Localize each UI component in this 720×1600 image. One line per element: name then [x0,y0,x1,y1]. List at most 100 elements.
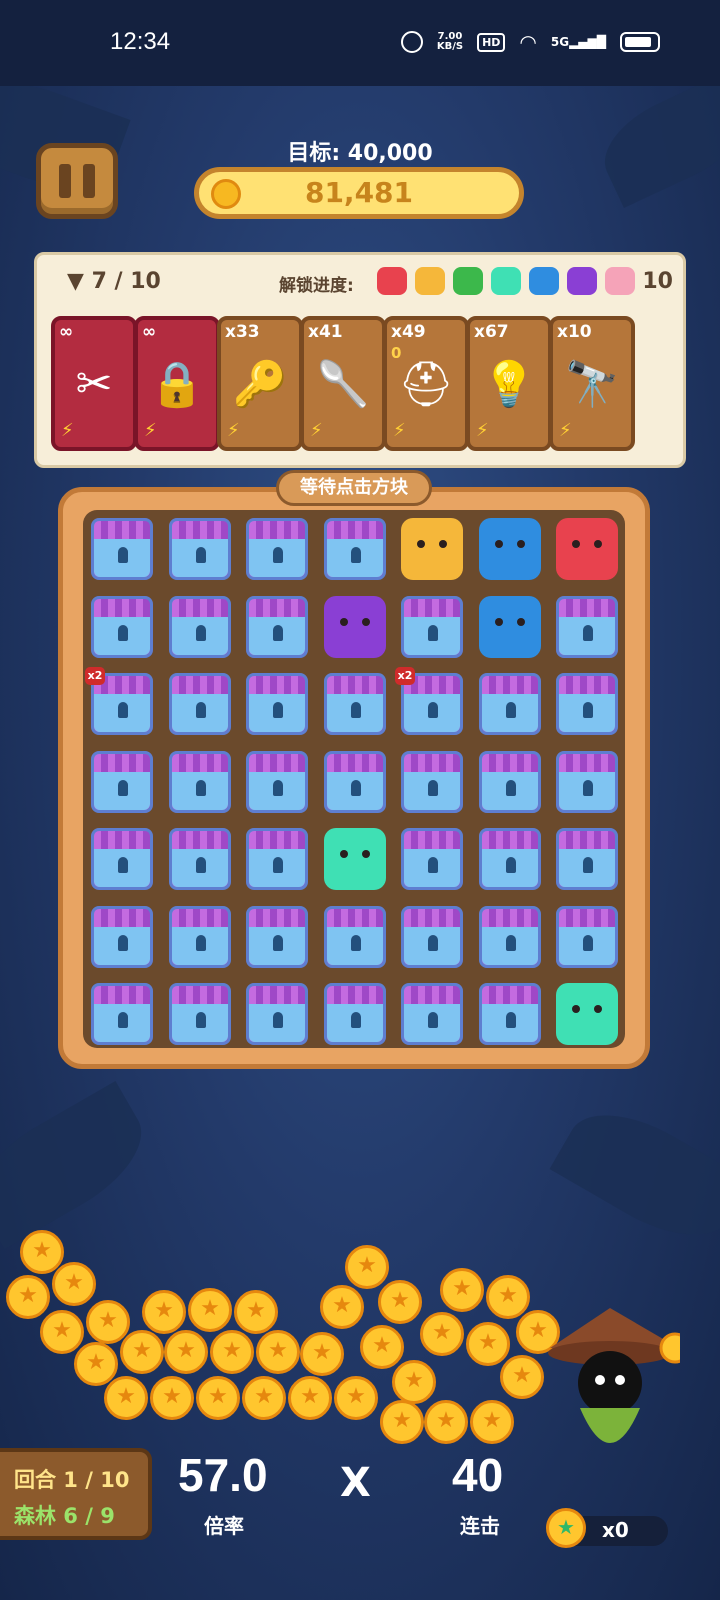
locked-chest-tile[interactable] [401,595,463,658]
unlock-purple-hippo-icon [567,267,597,295]
locked-chest-tile[interactable] [401,905,463,968]
locked-chest-tile[interactable] [168,518,231,580]
coin-icon [300,1332,344,1376]
locked-chest-tile[interactable] [246,983,308,1045]
locked-chest-tile[interactable] [323,673,386,735]
coin-icon [52,1262,96,1306]
locked-chest-tile[interactable] [246,750,308,813]
coin-icon [470,1400,514,1444]
round-counter: 回合 1 / 10 [14,1468,130,1492]
forest-counter: 森林 6 / 9 [14,1504,115,1528]
locked-chest-tile[interactable] [478,673,541,735]
locked-chest-tile[interactable] [556,595,618,658]
locked-chest-tile[interactable] [168,750,231,813]
alarm-icon [400,31,423,53]
locked-chest-tile[interactable] [478,750,541,813]
bolt-icon: ⚡ [227,420,240,441]
key-item-card[interactable]: x33 🔑 ⚡ [217,316,303,451]
locked-chest-tile[interactable] [478,983,541,1045]
bolt-icon: ⚡ [310,420,323,441]
coin-icon [486,1275,530,1319]
jungle-leaf-decoration [549,1091,720,1259]
item-count: ∞ [59,322,74,342]
locked-chest-tile[interactable] [556,828,618,890]
coin-icon [360,1325,404,1369]
key-icon: 🔑 [232,358,288,410]
unlock-count: 10 [642,269,673,294]
level-progress: ▼ 7 / 10 [67,269,161,294]
locked-chest-tile[interactable] [246,905,308,968]
pause-icon [83,164,95,198]
unlock-blue-bird-icon [529,267,559,295]
spoon-item-card[interactable]: x41 🥄 ⚡ [300,316,386,451]
locked-chest-tile[interactable] [246,673,308,735]
blue-bird-tile[interactable] [478,595,541,658]
unlock-green-frog-icon [453,267,483,295]
x2-badge: x2 [395,667,415,685]
coin-icon [378,1280,422,1324]
locked-chest-tile[interactable] [401,828,463,890]
locked-chest-tile[interactable] [478,905,541,968]
locked-chest-tile[interactable] [91,983,153,1045]
bolt-icon: ⚡ [559,420,572,441]
locked-chest-tile[interactable] [168,828,231,890]
locked-chest-tile[interactable] [478,828,541,890]
locked-chest-tile[interactable] [168,983,231,1045]
bolt-icon: ⚡ [61,420,74,441]
coin-icon [196,1376,240,1420]
game-board: x2 x2 [58,487,650,1069]
locked-chest-tile[interactable] [246,518,308,580]
gem-count: x0 [602,1518,629,1542]
board-grid: x2 x2 [83,510,625,1048]
item-count: x33 [225,322,260,342]
locked-chest-tile[interactable] [323,905,386,968]
locked-chest-tile[interactable] [556,905,618,968]
coin-icon [150,1376,194,1420]
locked-chest-tile[interactable] [168,905,231,968]
unlock-red-cat-icon [377,267,407,295]
locked-chest-tile[interactable] [323,983,386,1045]
wifi-icon: ◠ [519,30,537,54]
locked-chest-tile[interactable] [323,518,386,580]
coin-icon [256,1330,300,1374]
locked-chest-tile[interactable] [556,673,618,735]
x2-badge: x2 [85,667,105,685]
scissors-item-card[interactable]: ∞ ✂ ⚡ [51,316,137,451]
locked-chest-tile[interactable] [91,518,153,580]
locked-chest-tile[interactable] [246,595,308,658]
item-count: x10 [557,322,592,342]
locked-chest-tile[interactable] [401,983,463,1045]
combo-label: 连击 [460,1514,500,1538]
helmet-item-card[interactable]: x49 0 ⛑ ⚡ [383,316,469,451]
teal-cat-tile[interactable] [323,828,386,890]
bolt-icon: ⚡ [393,420,406,441]
yellow-dog-tile[interactable] [401,518,463,580]
locked-chest-tile[interactable] [168,595,231,658]
locked-chest-tile[interactable] [91,595,153,658]
safe-item-card[interactable]: ∞ 🔒 ⚡ [134,316,220,451]
gem-icon[interactable]: ★ [546,1508,586,1548]
locked-chest-tile[interactable] [246,828,308,890]
locked-chest-tile[interactable] [168,673,231,735]
coin-icon [345,1245,389,1289]
purple-hippo-tile[interactable] [323,595,386,658]
blue-bird-tile[interactable] [478,518,541,580]
locked-chest-tile[interactable] [91,905,153,968]
coin-icon [74,1342,118,1386]
hd-icon: HD [477,32,506,52]
locked-chest-tile[interactable] [323,750,386,813]
bulb-icon: 💡 [481,358,537,410]
multiplier-label: 倍率 [204,1514,244,1538]
coin-icon [334,1376,378,1420]
coin-icon [210,1330,254,1374]
locked-chest-tile[interactable] [556,750,618,813]
teal-cat-tile[interactable] [556,983,618,1045]
locked-chest-tile[interactable] [401,750,463,813]
times-sign: X [340,1460,371,1506]
coin-icon [164,1330,208,1374]
locked-chest-tile[interactable] [91,828,153,890]
bulb-item-card[interactable]: x67 💡 ⚡ [466,316,552,451]
red-cat-tile[interactable] [556,518,618,580]
telescope-item-card[interactable]: x10 🔭 ⚡ [549,316,635,451]
locked-chest-tile[interactable] [91,750,153,813]
